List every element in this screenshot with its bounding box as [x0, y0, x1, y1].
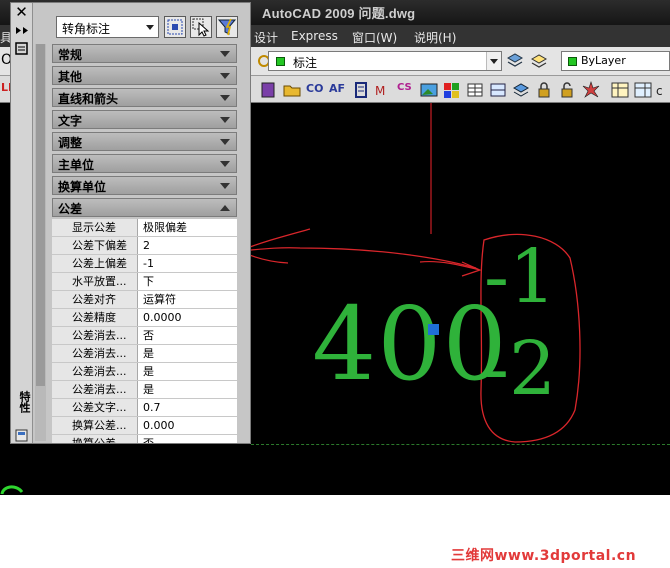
- property-row[interactable]: 换算公差... 否: [52, 435, 237, 443]
- dashed-boundary-line: [251, 444, 670, 445]
- palette-scrollbar[interactable]: [35, 44, 46, 441]
- chevron-down-icon: [220, 73, 230, 84]
- chevron-down-icon: [220, 95, 230, 106]
- property-key: 公差对齐: [52, 291, 138, 308]
- property-value[interactable]: 极限偏差: [139, 219, 237, 236]
- property-row[interactable]: 公差下偏差 2: [52, 237, 237, 255]
- selection-grip[interactable]: [428, 324, 439, 335]
- property-key: 公差消去...: [52, 327, 138, 344]
- property-row[interactable]: 公差消去... 是: [52, 363, 237, 381]
- property-value[interactable]: 0.000: [139, 417, 237, 434]
- section-general[interactable]: 常规: [52, 44, 237, 63]
- chevron-down-icon: [220, 51, 230, 62]
- property-row[interactable]: 公差对齐 运算符: [52, 291, 237, 309]
- toggle-pickadd-button[interactable]: [164, 16, 186, 38]
- autohide-icon[interactable]: [14, 23, 29, 38]
- lower-tolerance-text[interactable]: -2: [484, 332, 556, 406]
- select-objects-button[interactable]: [190, 16, 212, 38]
- property-value[interactable]: 否: [139, 435, 237, 443]
- property-value[interactable]: 否: [139, 327, 237, 344]
- property-key: 换算公差...: [52, 417, 138, 434]
- chevron-down-icon: [220, 161, 230, 172]
- property-key: 换算公差...: [52, 435, 138, 443]
- dimension-text[interactable]: 400: [312, 294, 508, 395]
- property-key: 公差文字...: [52, 399, 138, 416]
- properties-menu-icon[interactable]: [14, 41, 29, 56]
- ucs-icon: [0, 485, 24, 495]
- chevron-down-icon: [220, 139, 230, 150]
- property-key: 公差消去...: [52, 363, 138, 380]
- section-label: 主单位: [58, 158, 95, 172]
- property-key: 水平放置...: [52, 273, 138, 290]
- chevron-up-icon: [220, 200, 230, 211]
- section-misc[interactable]: 其他: [52, 66, 237, 85]
- property-value[interactable]: 是: [139, 363, 237, 380]
- property-value[interactable]: 运算符: [139, 291, 237, 308]
- property-value[interactable]: 是: [139, 381, 237, 398]
- arrow-tail-annotation: [419, 260, 482, 277]
- section-label: 常规: [58, 48, 83, 62]
- palette-title: 特性: [18, 391, 31, 413]
- property-row[interactable]: 公差文字... 0.7: [52, 399, 237, 417]
- property-key: 公差精度: [52, 309, 138, 326]
- palette-title-strip: ✕ 特性: [11, 3, 33, 443]
- section-fit[interactable]: 调整: [52, 132, 237, 151]
- object-type-value: 转角标注: [62, 22, 111, 36]
- property-key: 公差下偏差: [52, 237, 138, 254]
- section-alternate-units[interactable]: 换算单位: [52, 176, 237, 195]
- section-label: 其他: [58, 70, 83, 84]
- section-label: 公差: [58, 202, 83, 216]
- section-label: 直线和箭头: [58, 92, 119, 106]
- property-value[interactable]: -1: [139, 255, 237, 272]
- section-text[interactable]: 文字: [52, 110, 237, 129]
- property-value[interactable]: 下: [139, 273, 237, 290]
- property-row[interactable]: 公差精度 0.0000: [52, 309, 237, 327]
- property-value[interactable]: 是: [139, 345, 237, 362]
- section-label: 换算单位: [58, 180, 107, 194]
- tolerance-property-grid: 显示公差 极限偏差 公差下偏差 2 公差上偏差 -1 水平放置... 下 公差对…: [52, 219, 237, 443]
- property-row[interactable]: 公差消去... 否: [52, 327, 237, 345]
- property-value[interactable]: 2: [139, 237, 237, 254]
- section-tolerances[interactable]: 公差: [52, 198, 237, 217]
- property-row[interactable]: 显示公差 极限偏差: [52, 219, 237, 237]
- property-row[interactable]: 公差上偏差 -1: [52, 255, 237, 273]
- chevron-down-icon: [143, 18, 157, 36]
- chevron-down-icon: [220, 183, 230, 194]
- property-key: 公差消去...: [52, 381, 138, 398]
- property-row[interactable]: 公差消去... 是: [52, 345, 237, 363]
- properties-palette: ✕ 特性 转角标注 常规 其他 直线和箭头 文字 调整 主单位 换算单位 公差 …: [10, 2, 251, 444]
- property-row[interactable]: 水平放置... 下: [52, 273, 237, 291]
- section-primary-units[interactable]: 主单位: [52, 154, 237, 173]
- property-value[interactable]: 0.7: [139, 399, 237, 416]
- property-key: 显示公差: [52, 219, 138, 236]
- quick-select-button[interactable]: [216, 16, 238, 38]
- arrow-shaft-annotation: [239, 247, 477, 269]
- property-value[interactable]: 0.0000: [139, 309, 237, 326]
- watermark-text: 三维网www.3dportal.cn: [451, 548, 637, 564]
- property-key: 公差消去...: [52, 345, 138, 362]
- property-key: 公差上偏差: [52, 255, 138, 272]
- section-label: 文字: [58, 114, 83, 128]
- close-icon[interactable]: ✕: [14, 5, 29, 20]
- property-row[interactable]: 换算公差... 0.000: [52, 417, 237, 435]
- property-row[interactable]: 公差消去... 是: [52, 381, 237, 399]
- upper-tolerance-text[interactable]: -1: [484, 240, 556, 314]
- section-label: 调整: [58, 136, 83, 150]
- palette-options-icon[interactable]: [14, 428, 29, 443]
- section-lines-arrows[interactable]: 直线和箭头: [52, 88, 237, 107]
- chevron-down-icon: [220, 117, 230, 128]
- scrollbar-thumb[interactable]: [36, 44, 45, 386]
- object-type-select[interactable]: 转角标注: [56, 16, 159, 38]
